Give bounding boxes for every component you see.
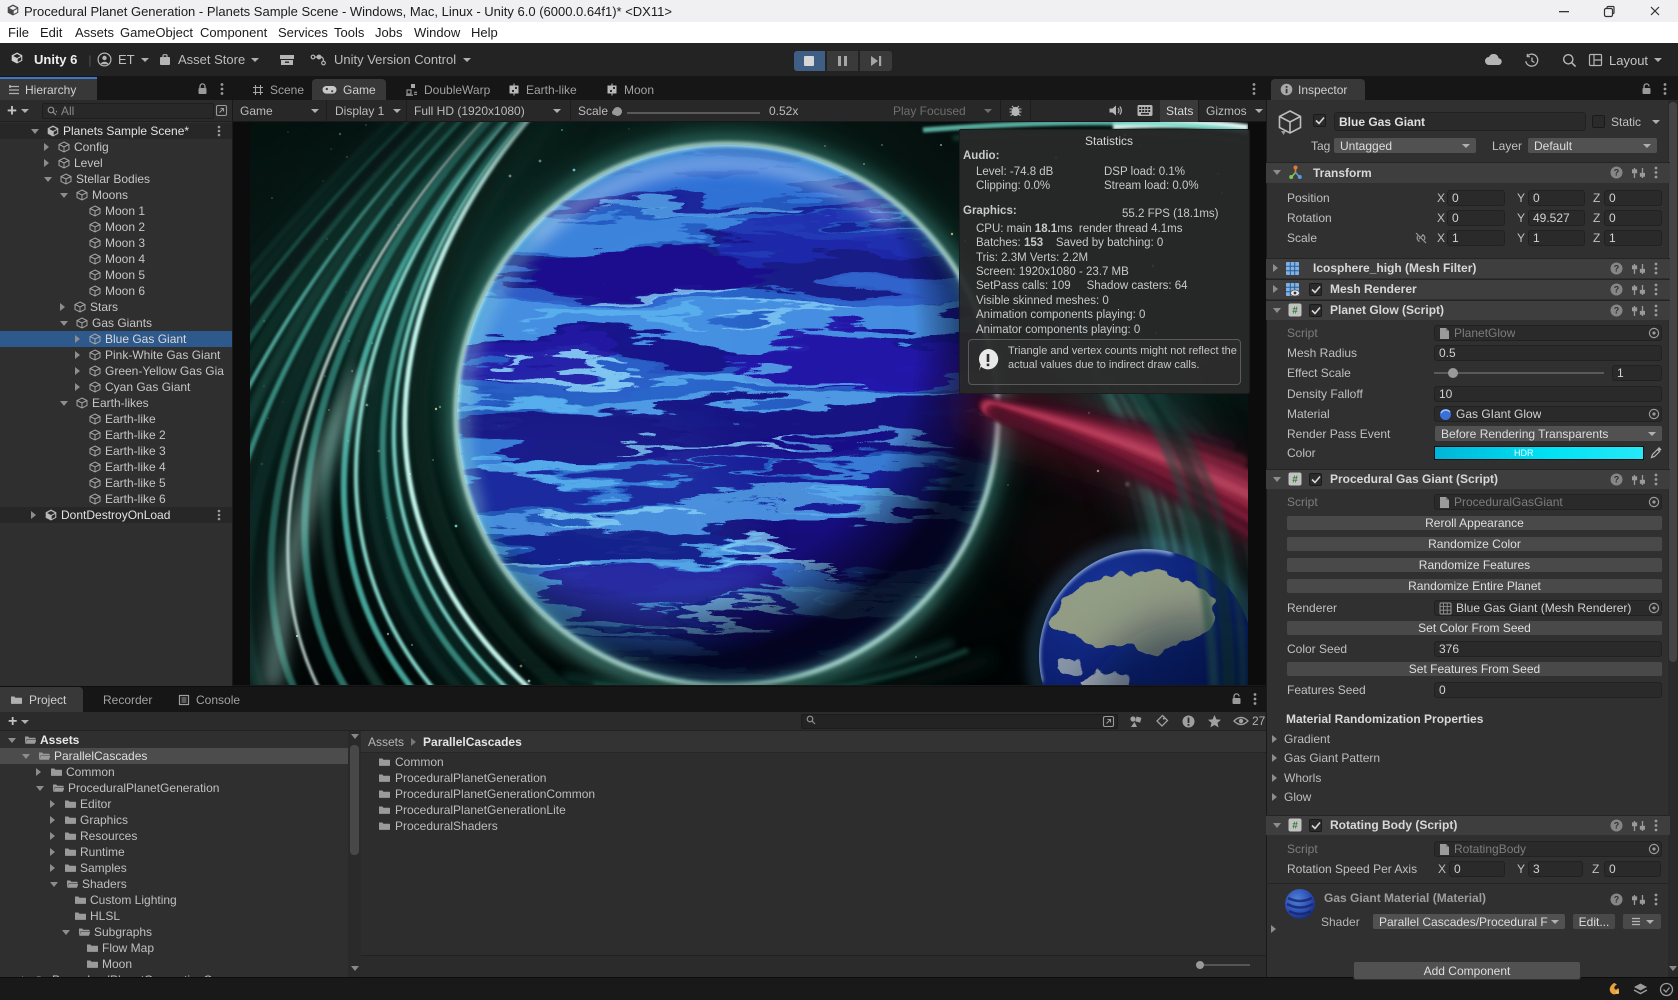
svg-text:?: ? [1614,475,1620,485]
svg-text:?: ? [1614,285,1620,295]
svg-text:#: # [1292,306,1298,317]
svg-text:#: # [1292,821,1298,832]
svg-text:?: ? [1614,306,1620,316]
svg-text:?: ? [1614,264,1620,274]
svg-text:#: # [1292,475,1298,486]
svg-text:?: ? [1614,168,1620,178]
svg-text:?: ? [1614,821,1620,831]
svg-text:?: ? [1614,895,1620,905]
